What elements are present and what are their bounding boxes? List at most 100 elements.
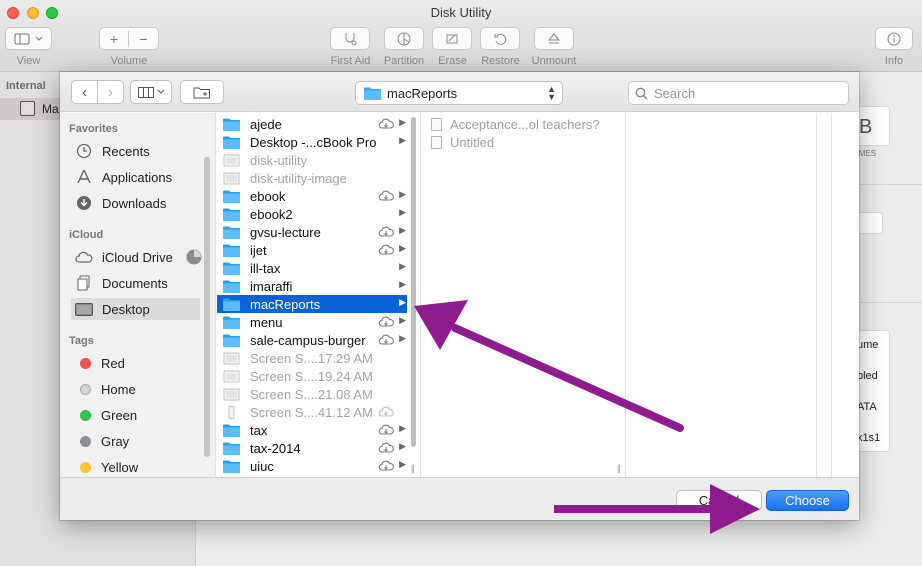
folder-icon <box>223 334 240 347</box>
back-button[interactable]: ‹ <box>72 81 97 103</box>
search-field[interactable]: Search <box>628 81 849 105</box>
cancel-button[interactable]: Cancel <box>676 490 762 511</box>
list-item[interactable]: uiuc ▶ <box>217 457 407 475</box>
image-file-icon <box>223 370 240 382</box>
list-item[interactable]: disk-utility <box>217 151 407 169</box>
column-resize-handle[interactable]: || <box>617 463 621 473</box>
erase-toolbar-item[interactable]: Erase <box>432 27 473 67</box>
disclosure-arrow-icon: ▶ <box>399 279 406 289</box>
file-name: imaraffi <box>250 278 293 294</box>
list-item[interactable]: tax-2014 ▶ <box>217 439 407 457</box>
file-name: macReports <box>250 296 321 312</box>
new-folder-button[interactable] <box>180 80 224 104</box>
image-file-icon <box>223 172 240 184</box>
forward-button[interactable]: › <box>97 81 123 103</box>
add-volume-icon[interactable]: + <box>100 30 130 47</box>
sidebar-item-tag-yellow[interactable]: Yellow <box>74 456 200 477</box>
restore-label: Restore <box>481 55 520 67</box>
partition-toolbar-item[interactable]: Partition <box>382 27 426 67</box>
first-aid-toolbar-item[interactable]: First Aid <box>330 27 371 67</box>
folder-icon <box>223 262 240 275</box>
disclosure-arrow-icon: ▶ <box>399 441 406 451</box>
view-mode-button[interactable] <box>130 80 172 104</box>
icloud-status[interactable] <box>378 406 394 421</box>
list-item[interactable]: Screen S....21.08 AM <box>217 385 407 403</box>
list-item[interactable]: gvsu-lecture ▶ <box>217 223 407 241</box>
unmount-toolbar-item[interactable]: Unmount <box>529 27 579 67</box>
list-item[interactable]: Untitled <box>422 133 622 151</box>
icloud-status[interactable] <box>378 334 394 349</box>
info-value-4: k1s1 <box>857 432 881 444</box>
column-view-icon <box>137 86 154 98</box>
column-scrollbar[interactable] <box>411 117 416 447</box>
list-item[interactable]: ill-tax ▶ <box>217 259 407 277</box>
column-resize-handle[interactable]: || <box>411 463 415 473</box>
sidebar-item-tag-red[interactable]: Red <box>74 352 200 374</box>
list-item[interactable]: imaraffi ▶ <box>217 277 407 295</box>
chevron-right-icon: › <box>108 83 113 101</box>
restore-toolbar-item[interactable]: Restore <box>480 27 521 67</box>
documents-icon <box>77 275 90 291</box>
sidebar-item-applications[interactable]: Applications <box>74 166 200 188</box>
list-item[interactable]: ajede ▶ <box>217 115 407 133</box>
icloud-status[interactable] <box>378 442 394 457</box>
list-item-selected[interactable]: macReports ▶ <box>217 295 407 313</box>
list-item[interactable]: Screen S....17.29 AM <box>217 349 407 367</box>
icloud-status[interactable] <box>378 244 394 259</box>
partition-label: Partition <box>383 55 425 67</box>
disk-utility-toolbar: Disk Utility View + − Volume First Aid P… <box>0 0 922 72</box>
remove-volume-icon[interactable]: − <box>129 31 158 47</box>
list-item[interactable]: Desktop -...cBook Pro ▶ <box>217 133 407 151</box>
folder-icon <box>223 298 240 311</box>
list-item[interactable]: menu ▶ <box>217 313 407 331</box>
disclosure-arrow-icon: ▶ <box>399 261 406 271</box>
folder-icon <box>223 442 240 455</box>
icloud-status[interactable] <box>378 424 394 439</box>
list-item[interactable]: disk-utility-image <box>217 169 407 187</box>
list-item[interactable]: ebook2 ▶ <box>217 205 407 223</box>
sidebar-item-label: Desktop <box>102 301 150 317</box>
sidebar-item-recents[interactable]: Recents <box>74 140 200 162</box>
volume-label: Volume <box>110 55 148 67</box>
list-item[interactable]: sale-campus-burger ▶ <box>217 331 407 349</box>
file-name: Screen S....21.08 AM <box>250 386 373 402</box>
icloud-status[interactable] <box>378 316 394 331</box>
list-item[interactable]: ijet ▶ <box>217 241 407 259</box>
location-popup[interactable]: macReports ▲ ▼ <box>355 81 563 105</box>
disclosure-arrow-icon: ▶ <box>399 459 406 469</box>
choose-button[interactable]: Choose <box>766 490 849 511</box>
restore-icon <box>494 33 507 45</box>
tag-color-dot <box>80 383 91 395</box>
sidebar-toggle-button[interactable] <box>5 27 52 50</box>
desktop-icon <box>75 302 93 316</box>
list-item[interactable]: tax ▶ <box>217 421 407 439</box>
sidebar-item-documents[interactable]: Documents <box>74 272 200 294</box>
dialog-footer: Cancel Choose <box>60 477 859 520</box>
folder-icon <box>223 190 240 203</box>
sidebar-scrollbar[interactable] <box>204 157 210 457</box>
icloud-status[interactable] <box>378 190 394 205</box>
document-icon <box>431 135 442 149</box>
list-item[interactable]: Acceptance...ol teachers? <box>422 115 622 133</box>
info-value-2: bled <box>857 370 878 382</box>
icloud-status[interactable] <box>378 460 394 475</box>
sidebar-item-tag-green[interactable]: Green <box>74 404 200 426</box>
sidebar-item-tag-home[interactable]: Home <box>74 378 200 400</box>
sidebar-item-tag-gray[interactable]: Gray <box>74 430 200 452</box>
list-item[interactable]: Screen S....41.12 AM <box>217 403 407 421</box>
sidebar-item-downloads[interactable]: Downloads <box>74 192 200 214</box>
info-toolbar-item[interactable]: Info <box>875 27 913 67</box>
list-item[interactable]: Screen S....19.24 AM <box>217 367 407 385</box>
list-item[interactable]: ebook ▶ <box>217 187 407 205</box>
sidebar-item-label: Yellow <box>101 459 139 475</box>
icloud-status[interactable] <box>378 226 394 241</box>
sidebar-item-icloud-drive[interactable]: iCloud Drive <box>74 246 202 268</box>
partition-icon <box>397 32 411 45</box>
folder-icon <box>223 118 240 131</box>
view-toolbar-item[interactable]: View <box>5 27 52 67</box>
sidebar-item-desktop[interactable]: Desktop <box>71 298 200 320</box>
sidebar-icon <box>14 33 42 44</box>
info-icon <box>887 32 901 45</box>
info-value-1: ume <box>857 339 879 351</box>
icloud-status[interactable] <box>378 118 394 133</box>
